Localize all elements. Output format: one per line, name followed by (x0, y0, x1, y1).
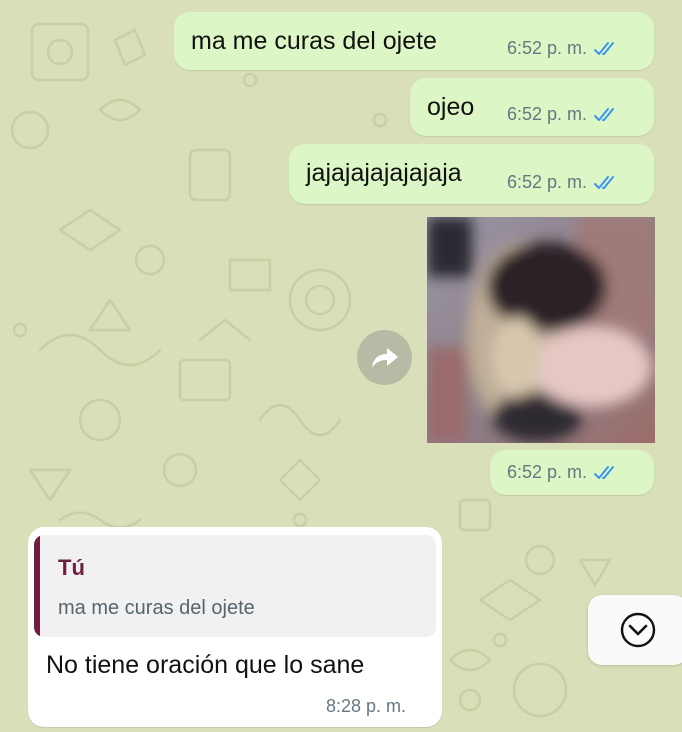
blurred-photo-content (427, 217, 655, 443)
quote-text: ma me curas del ojete (58, 597, 255, 619)
quote-author: Tú (58, 555, 85, 580)
message-time: 6:52 p. m. (507, 462, 588, 482)
message-text: No tiene oración que lo sane (46, 651, 365, 679)
read-double-check-icon (594, 175, 615, 189)
message-meta: 6:52 p. m. (507, 38, 621, 59)
message-meta: 8:28 p. m. (326, 696, 406, 717)
message-text: ojeo (427, 93, 475, 121)
quote-accent-bar (34, 535, 40, 637)
media-image[interactable] (427, 217, 655, 443)
read-double-check-icon (594, 41, 615, 55)
quoted-message[interactable]: Tú ma me curas del ojete (34, 535, 436, 637)
message-time: 8:28 p. m. (326, 696, 407, 716)
message-time: 6:52 p. m. (507, 104, 588, 124)
forward-arrow-icon (371, 347, 398, 368)
message-bubble-outgoing[interactable]: ojeo 6:52 p. m. (410, 78, 654, 136)
message-time: 6:52 p. m. (507, 38, 588, 58)
message-meta: 6:52 p. m. (507, 462, 621, 483)
message-bubble-outgoing[interactable]: ma me curas del ojete 6:52 p. m. (174, 12, 654, 70)
read-double-check-icon (594, 107, 615, 121)
forward-button[interactable] (357, 330, 412, 385)
message-meta: 6:52 p. m. (507, 172, 621, 193)
message-text: jajajajajajajaja (306, 159, 462, 187)
message-bubble-outgoing[interactable]: 6:52 p. m. (490, 450, 654, 495)
message-bubble-outgoing[interactable]: jajajajajajajaja 6:52 p. m. (289, 144, 654, 204)
scroll-to-bottom-button[interactable] (588, 595, 682, 665)
read-double-check-icon (594, 465, 615, 479)
message-meta: 6:52 p. m. (507, 104, 621, 125)
message-time: 6:52 p. m. (507, 172, 588, 192)
message-text: ma me curas del ojete (191, 27, 437, 55)
chevron-down-circle-icon (620, 612, 656, 648)
